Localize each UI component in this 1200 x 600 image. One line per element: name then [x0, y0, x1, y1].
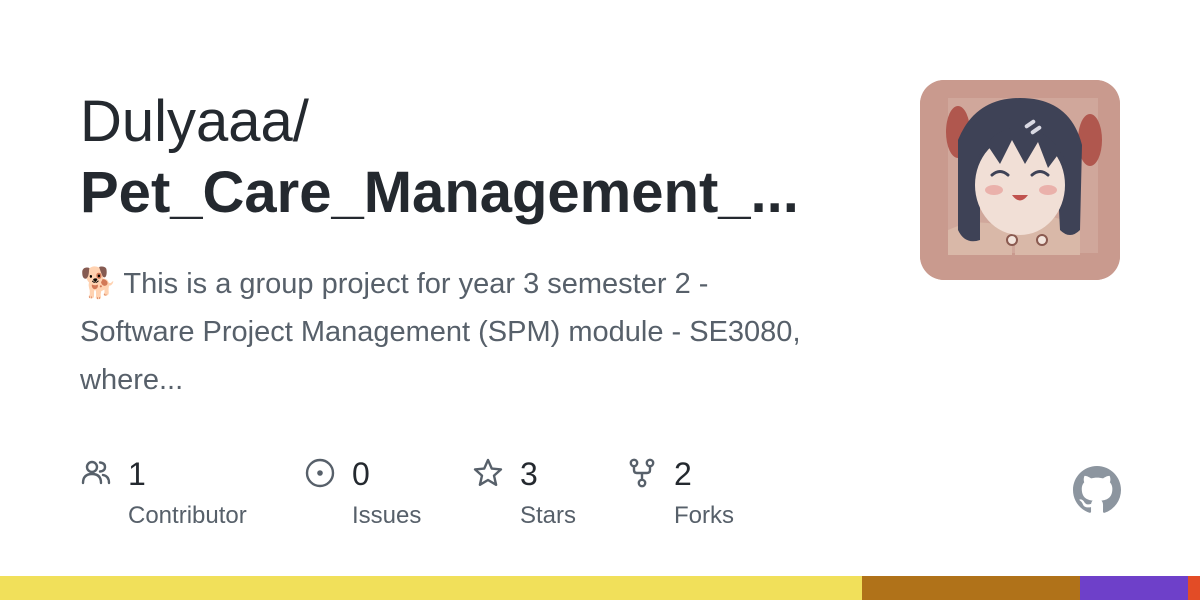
forks-label: Forks [674, 502, 734, 529]
anime-avatar-image [920, 80, 1120, 280]
owner-avatar[interactable] [920, 80, 1120, 280]
fork-count: 2 [674, 456, 692, 492]
language-segment [1187, 576, 1200, 600]
language-segment [0, 576, 862, 600]
stat-stars[interactable]: 3 Stars [472, 455, 612, 545]
contributor-count: 1 [128, 456, 146, 492]
language-segment [1079, 576, 1188, 600]
fork-icon [629, 458, 655, 488]
issue-count: 0 [352, 456, 370, 492]
repo-description: 🐕 This is a group project for year 3 seme… [80, 260, 820, 404]
issue-icon [305, 458, 335, 488]
dog-emoji-icon: 🐕 [80, 267, 118, 300]
stars-label: Stars [520, 502, 577, 529]
issues-label: Issues [352, 502, 422, 529]
language-segment [861, 576, 1080, 600]
owner-name[interactable]: Dulyaaa/ [80, 88, 309, 156]
github-logo-icon[interactable] [1073, 466, 1121, 514]
contributor-label: Contributor [128, 502, 247, 529]
stat-contributors[interactable]: 1 Contributor [80, 455, 280, 545]
stat-forks[interactable]: 2 Forks [626, 455, 766, 545]
description-text: This is a group project for year 3 semes… [80, 268, 801, 396]
star-count: 3 [520, 456, 538, 492]
people-icon [81, 460, 111, 485]
repo-name[interactable]: Pet_Care_Management_... [80, 158, 840, 228]
language-bar [0, 576, 1200, 600]
stat-issues[interactable]: 0 Issues [304, 455, 464, 545]
star-icon [473, 458, 503, 486]
